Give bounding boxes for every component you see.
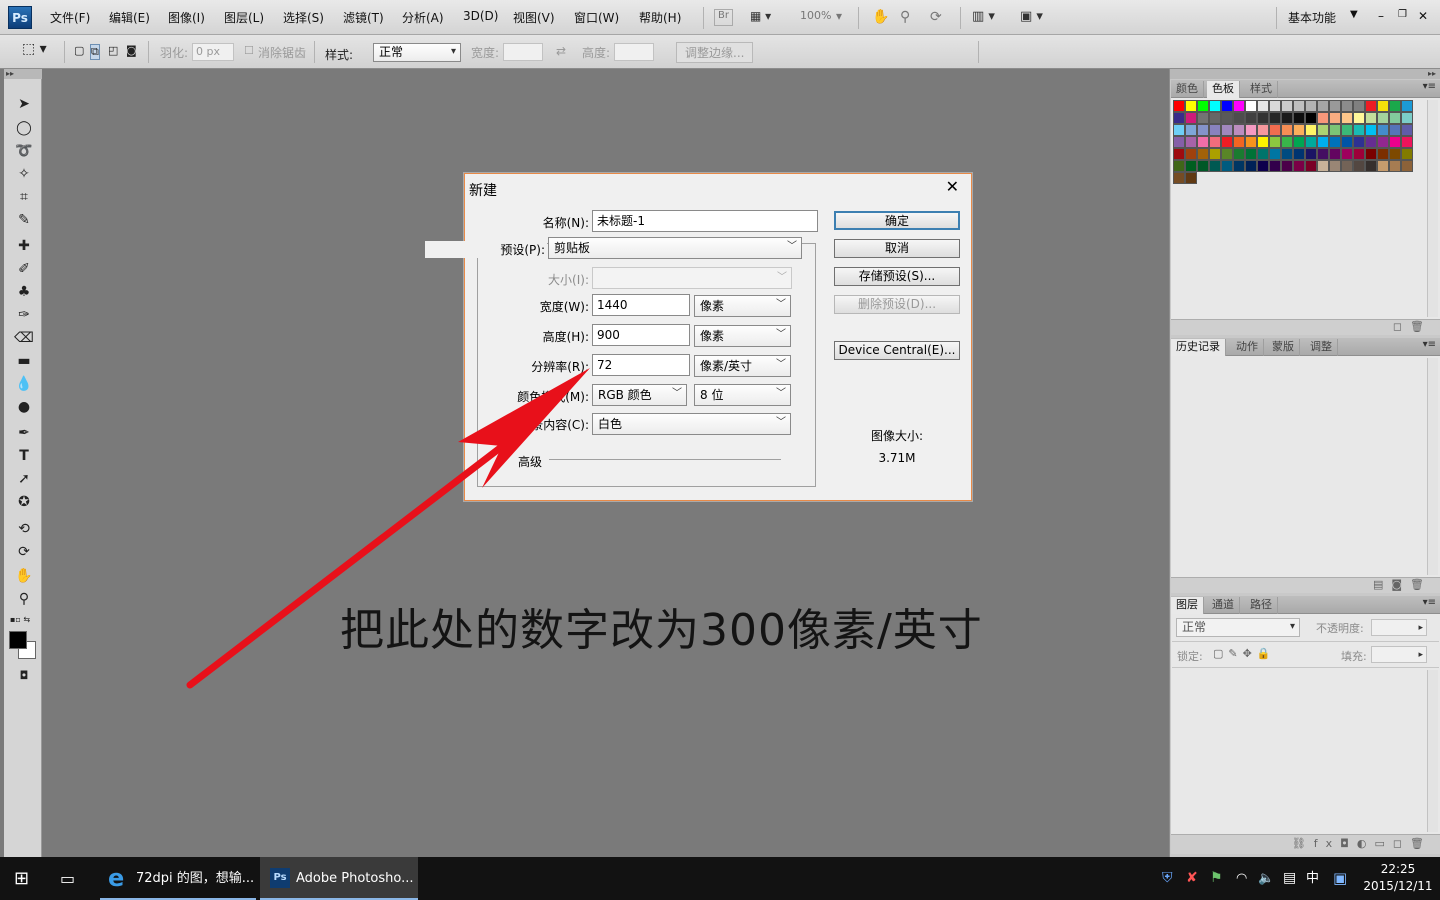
- volume-icon[interactable]: 🔈: [1258, 857, 1274, 900]
- photoshop-icon: Ps: [270, 868, 290, 888]
- annotation-text: 把此处的数字改为300像素/英寸: [340, 605, 983, 656]
- network-warning-icon[interactable]: ✘: [1186, 857, 1198, 900]
- ie-icon: e: [108, 864, 125, 892]
- security-shield-icon[interactable]: ⛨: [1162, 857, 1173, 900]
- red-arrow-annotation: [186, 368, 590, 689]
- wifi-icon[interactable]: ◠: [1236, 857, 1247, 900]
- taskbar-photoshop[interactable]: Ps Adobe Photosho...: [260, 857, 418, 900]
- task-view-icon[interactable]: ▭: [60, 857, 75, 900]
- taskbar-ie-label: 72dpi 的图，想输...: [136, 871, 255, 886]
- ime-mode-icon[interactable]: ▣: [1333, 857, 1347, 900]
- start-icon[interactable]: ⊞: [14, 857, 29, 900]
- taskbar: ⊞ ▭ e 72dpi 的图，想输... Ps Adobe Photosho..…: [0, 857, 1440, 900]
- foreground-color-swatch[interactable]: [9, 631, 27, 649]
- notification-icon[interactable]: ▤: [1283, 857, 1296, 900]
- app-tray-icon[interactable]: ⚑: [1210, 857, 1223, 900]
- taskbar-ps-label: Adobe Photosho...: [296, 871, 414, 886]
- ime-indicator[interactable]: 中: [1306, 857, 1319, 900]
- taskbar-ie[interactable]: e 72dpi 的图，想输...: [100, 857, 256, 900]
- clock-time[interactable]: 22:25: [1366, 862, 1430, 876]
- clock-date[interactable]: 2015/12/11: [1362, 879, 1434, 893]
